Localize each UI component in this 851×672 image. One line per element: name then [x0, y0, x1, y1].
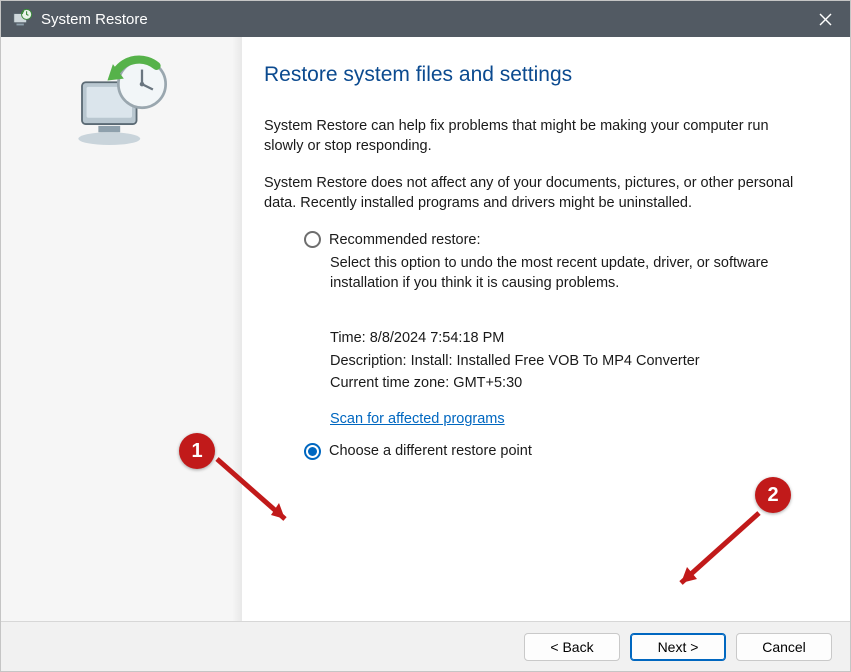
- option-choose-different[interactable]: Choose a different restore point: [264, 443, 810, 460]
- annotation-badge-1: 1: [179, 433, 215, 469]
- restore-time: Time: 8/8/2024 7:54:18 PM: [330, 327, 810, 349]
- radio-choose-different[interactable]: [304, 443, 321, 460]
- option-recommended[interactable]: Recommended restore: Select this option …: [304, 231, 810, 427]
- wizard-footer: < Back Next > Cancel: [1, 621, 850, 671]
- back-button[interactable]: < Back: [524, 633, 620, 661]
- restore-description: Description: Install: Installed Free VOB…: [330, 350, 810, 372]
- intro-paragraph-2: System Restore does not affect any of yo…: [264, 174, 810, 213]
- next-button[interactable]: Next >: [630, 633, 726, 661]
- scan-affected-programs-link[interactable]: Scan for affected programs: [330, 411, 505, 427]
- option-recommended-label: Recommended restore:: [329, 232, 481, 248]
- dialog-body: Restore system files and settings System…: [1, 37, 850, 621]
- cancel-button[interactable]: Cancel: [736, 633, 832, 661]
- page-heading: Restore system files and settings: [264, 63, 810, 87]
- titlebar: System Restore: [1, 1, 850, 37]
- window-title: System Restore: [41, 11, 800, 28]
- wizard-content: Restore system files and settings System…: [242, 37, 850, 621]
- intro-paragraph-1: System Restore can help fix problems tha…: [264, 117, 810, 156]
- wizard-sidebar: [1, 37, 242, 621]
- radio-recommended[interactable]: [304, 231, 321, 248]
- restore-options: Recommended restore: Select this option …: [264, 231, 810, 427]
- system-restore-window: System Restore: [0, 0, 851, 672]
- restore-point-details: Time: 8/8/2024 7:54:18 PM Description: I…: [330, 327, 810, 394]
- close-button[interactable]: [800, 1, 850, 37]
- option-recommended-desc: Select this option to undo the most rece…: [330, 254, 810, 293]
- restore-hero-icon: [1, 55, 242, 155]
- option-choose-label: Choose a different restore point: [329, 443, 532, 459]
- system-restore-icon: [11, 8, 33, 30]
- restore-timezone: Current time zone: GMT+5:30: [330, 372, 810, 394]
- annotation-badge-2: 2: [755, 477, 791, 513]
